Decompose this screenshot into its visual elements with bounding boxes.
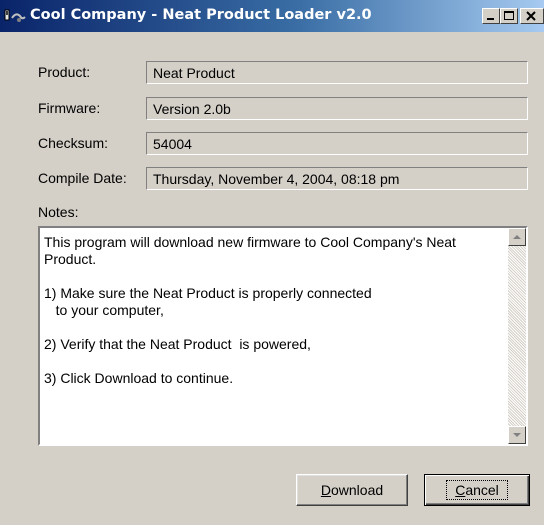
notes-line: This program will download new firmware … [44, 234, 456, 250]
product-field: Neat Product [146, 61, 528, 84]
title-bar[interactable]: Cool Company - Neat Product Loader v2.0 [0, 0, 544, 32]
minimize-icon [487, 18, 494, 20]
firmware-label: Firmware: [38, 100, 101, 116]
close-icon [526, 11, 536, 21]
scroll-up-button[interactable] [508, 228, 526, 246]
window-title: Cool Company - Neat Product Loader v2.0 [30, 7, 372, 23]
checksum-field: 54004 [146, 132, 528, 155]
firmware-field: Version 2.0b [146, 97, 528, 120]
notes-line [44, 353, 506, 370]
notes-textarea[interactable]: This program will download new firmware … [38, 226, 528, 446]
close-button[interactable] [520, 8, 544, 24]
scroll-up-icon [513, 235, 521, 239]
cancel-button[interactable]: Cancel [424, 474, 530, 506]
minimize-button[interactable] [482, 8, 500, 24]
notes-line: to your computer, [44, 302, 164, 318]
cancel-button-label: Cancel [446, 480, 508, 500]
compile-date-label: Compile Date: [38, 170, 127, 186]
notes-line: Product. [44, 251, 97, 267]
notes-line: 3) Click Download to continue. [44, 370, 234, 386]
notes-line [44, 319, 506, 336]
notes-line: 2) Verify that the Neat Product is power… [44, 336, 311, 352]
notes-label: Notes: [38, 204, 79, 220]
download-button[interactable]: Download [296, 474, 408, 506]
compile-date-field: Thursday, November 4, 2004, 08:18 pm [146, 167, 528, 190]
maximize-button[interactable] [500, 8, 518, 24]
download-button-label: Download [320, 482, 384, 498]
checksum-label: Checksum: [38, 135, 109, 151]
maximize-icon [504, 11, 514, 20]
scroll-down-button[interactable] [508, 426, 526, 444]
scroll-down-icon [513, 433, 521, 437]
notes-scrollbar[interactable] [508, 228, 526, 444]
app-icon [4, 9, 26, 22]
notes-line: 1) Make sure the Neat Product is properl… [44, 285, 372, 301]
product-label: Product: [38, 64, 91, 80]
notes-line [44, 268, 506, 285]
